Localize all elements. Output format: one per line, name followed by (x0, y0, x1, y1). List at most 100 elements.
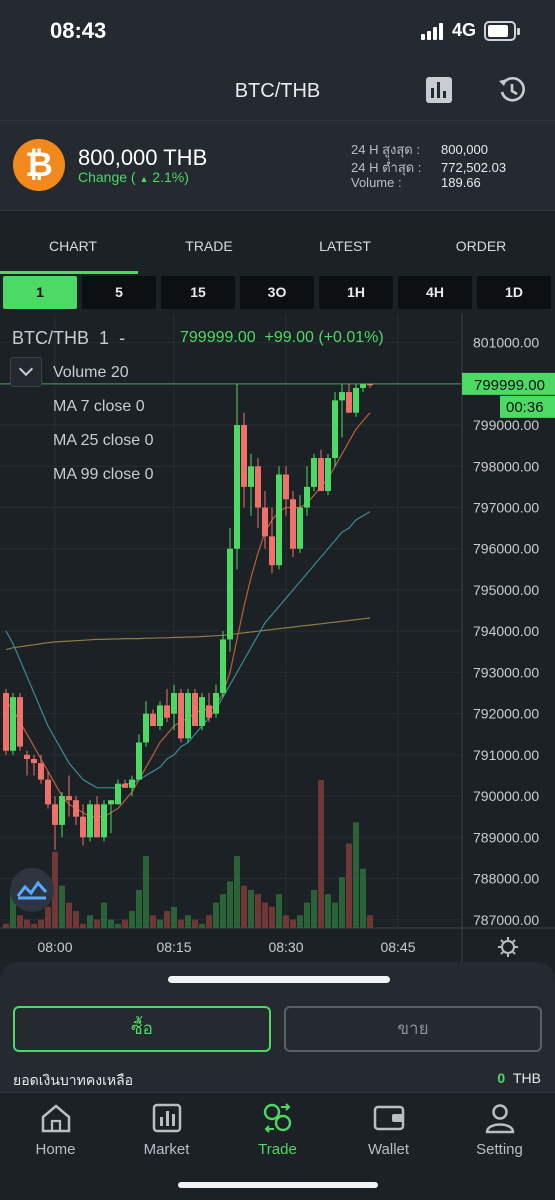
y-tick-label: 792000.00 (473, 706, 539, 722)
y-tick-label: 797000.00 (473, 500, 539, 516)
nav-header: BTC/THB (0, 62, 555, 120)
y-tick-label: 789000.00 (473, 829, 539, 845)
volume-bar (339, 877, 345, 928)
volume-bar (297, 915, 303, 928)
y-tick-label: 795000.00 (473, 582, 539, 598)
interval-4h[interactable]: 4H (398, 276, 472, 309)
chart-legend-pair: BTC/THB 1 - (12, 328, 125, 349)
tabbar-wallet[interactable]: Wallet (333, 1101, 444, 1158)
countdown-tag-text: 00:36 (506, 399, 544, 416)
candle-body (129, 779, 135, 788)
chevron-down-icon (18, 361, 34, 377)
indicator-volume[interactable]: Volume 20 (53, 364, 129, 382)
volume-bar (262, 902, 268, 928)
sheet-grab-handle[interactable] (168, 976, 390, 983)
interval-30m[interactable]: 3O (240, 276, 314, 309)
candle-body (94, 804, 100, 838)
current-price-tag-text: 799999.00 (474, 377, 545, 394)
volume-bar (192, 919, 198, 928)
tabbar-trade[interactable]: Trade (222, 1101, 333, 1158)
candle-body (213, 693, 219, 714)
y-tick-label: 788000.00 (473, 871, 539, 887)
candle-body (262, 507, 268, 537)
user-icon (485, 1104, 514, 1134)
interval-1h[interactable]: 1H (319, 276, 393, 309)
interval-1m[interactable]: 1 (3, 276, 77, 309)
candle-body (353, 387, 359, 413)
stat-volume: Volume :189.66 (351, 175, 481, 190)
volume-bar (269, 906, 275, 928)
candle-body (192, 693, 198, 726)
candle-body (108, 800, 114, 805)
volume-bar (325, 894, 331, 928)
chart-interval: 1 (99, 328, 110, 348)
candle-body (276, 474, 282, 566)
volume-bar (311, 889, 317, 928)
volume-bar (367, 915, 373, 928)
volume-bar (143, 856, 149, 928)
volume-bar (185, 915, 191, 928)
volume-bar (17, 915, 23, 928)
market-icon (152, 1103, 181, 1133)
interval-5m[interactable]: 5 (82, 276, 156, 309)
candle-body (248, 466, 254, 487)
interval-15m[interactable]: 15 (161, 276, 235, 309)
candle-body (115, 783, 121, 805)
volume-bar (136, 889, 142, 928)
candle-body (38, 763, 44, 780)
volume-bar (80, 923, 86, 928)
candle-body (164, 705, 170, 718)
volume-bar (87, 915, 93, 928)
tabbar-market[interactable]: Market (111, 1101, 222, 1158)
candle-body (241, 425, 247, 487)
candle-body (45, 779, 51, 805)
indicator-ma99[interactable]: MA 99 close 0 (53, 466, 154, 484)
history-icon[interactable] (498, 76, 526, 104)
settings-gear-icon (500, 951, 504, 955)
y-tick-label: 793000.00 (473, 664, 539, 680)
tabbar-setting-label: Setting (476, 1141, 523, 1158)
collapse-indicators-button[interactable] (10, 357, 42, 387)
wallet-icon (373, 1105, 404, 1131)
candle-body (297, 507, 303, 549)
x-tick-label: 08:00 (37, 939, 72, 955)
buy-button[interactable]: ซื้อ (13, 1006, 271, 1052)
tabbar-home[interactable]: Home (0, 1101, 111, 1158)
candle-body (283, 474, 289, 500)
tabbar-trade-label: Trade (258, 1141, 297, 1158)
y-tick-label: 787000.00 (473, 912, 539, 928)
candle-body (311, 458, 317, 487)
volume-bar (360, 868, 366, 928)
x-tick-label: 08:30 (268, 939, 303, 955)
volume-bar (73, 911, 79, 928)
drawing-tools-button[interactable] (10, 868, 54, 912)
tab-order[interactable]: ORDER (412, 211, 550, 275)
indicator-ma25[interactable]: MA 25 close 0 (53, 432, 154, 450)
sell-button[interactable]: ขาย (284, 1006, 542, 1052)
indicator-ma7[interactable]: MA 7 close 0 (53, 398, 145, 416)
x-tick-label: 08:15 (156, 939, 191, 955)
volume-bar (241, 885, 247, 928)
ma25-line (5, 511, 371, 789)
tab-chart[interactable]: CHART (4, 211, 142, 275)
volume-bar (31, 923, 37, 928)
candle-body (3, 693, 9, 751)
interval-1d[interactable]: 1D (477, 276, 551, 309)
bar-chart-icon[interactable] (425, 76, 453, 104)
volume-bar (318, 780, 324, 928)
tab-trade[interactable]: TRADE (140, 211, 278, 275)
volume-bar (199, 923, 205, 928)
candle-body (199, 697, 205, 726)
y-tick-label: 801000.00 (473, 335, 539, 351)
home-indicator (178, 1182, 378, 1188)
candle-body (360, 383, 366, 388)
candle-body (346, 392, 352, 413)
tabbar-setting[interactable]: Setting (444, 1101, 555, 1158)
volume-bar (178, 919, 184, 928)
tab-latest[interactable]: LATEST (276, 211, 414, 275)
volume-bar (283, 915, 289, 928)
candlestick-chart[interactable]: 801000.00800000.00799000.00798000.007970… (0, 314, 555, 962)
volume-bar (150, 915, 156, 928)
volume-bar (157, 919, 163, 928)
bitcoin-icon: ₿ (13, 139, 65, 191)
